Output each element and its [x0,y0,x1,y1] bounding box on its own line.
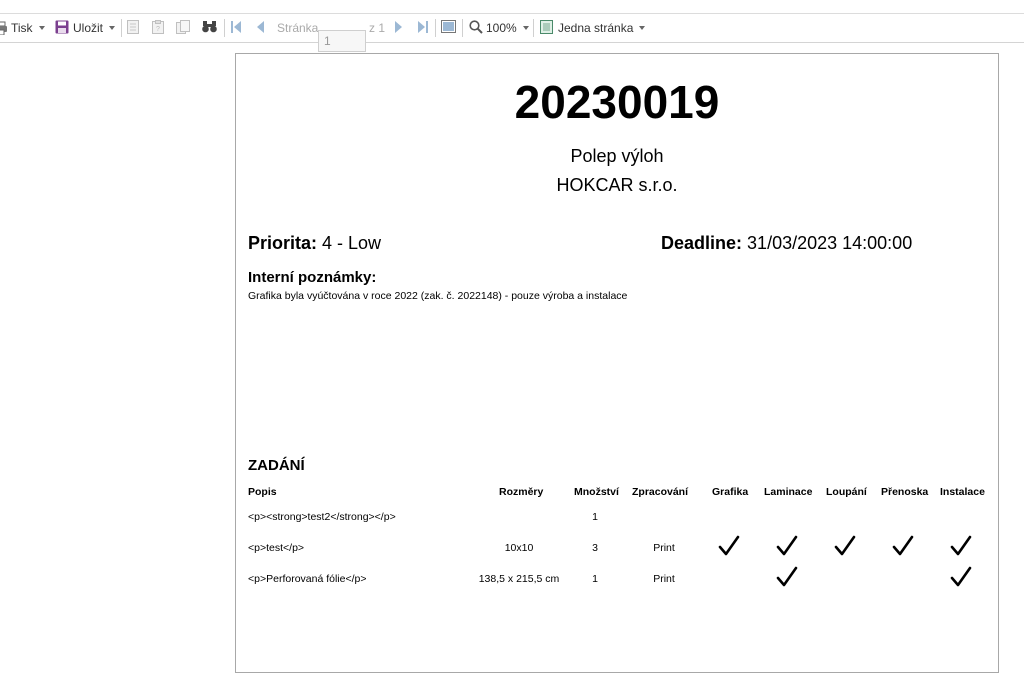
chevron-down-icon [38,26,45,30]
magnifier-icon [469,19,483,37]
job-name: Polep výloh [570,146,664,166]
notes-text: Grafika byla vyúčtována v roce 2022 (zak… [248,290,628,302]
document-icon [127,19,139,37]
parameters-button[interactable]: ? [152,14,164,42]
column-header-instalace: Instalace [940,486,985,498]
page-number-input[interactable] [318,30,366,52]
priority-label: Priorita: [248,233,318,253]
toolbar-divider [435,19,436,37]
floppy-disk-icon [55,20,69,37]
checkmark-icon [950,566,972,587]
find-button[interactable] [202,14,217,42]
chevron-down-icon [639,26,646,30]
report-page: 20230019 Polep výloh HOKCAR s.r.o. Prior… [235,53,999,673]
next-page-icon [395,20,402,36]
save-label: Uložit [73,21,104,35]
priority-field: Priorita: 4 - Low [248,233,381,254]
previous-page-button[interactable] [257,14,264,42]
clipboard-icon: ? [152,19,164,37]
copy-button[interactable] [176,14,190,42]
column-header-prenoska: Přenoska [881,486,929,498]
zoom-dropdown[interactable]: 100% [469,14,529,42]
print-label: Tisk [11,21,33,35]
section-heading: ZADÁNÍ [248,457,305,474]
checkmark-icon [892,535,914,556]
next-page-button[interactable] [395,14,402,42]
cell-mnozstvi: 3 [592,542,598,554]
checkmark-icon [718,535,740,556]
column-header-popis: Popis [248,486,277,498]
save-button[interactable]: Uložit [55,14,116,42]
cell-mnozstvi: 1 [592,511,598,523]
column-header-zpracovani: Zpracování [632,486,689,498]
customer-name: HOKCAR s.r.o. [556,175,678,195]
last-page-button[interactable] [418,14,428,42]
view-mode-dropdown[interactable]: Jedna stránka [540,14,646,42]
first-page-button[interactable] [231,14,241,42]
toolbar-divider [224,19,225,37]
priority-value: 4 - Low [322,233,382,253]
cell-popis: <p><strong>test2</strong></p> [248,511,396,523]
toggle-sidebar-button[interactable] [441,14,456,42]
page-count-label: z 1 [369,21,386,35]
view-mode-label: Jedna stránka [558,21,634,35]
first-page-icon [231,20,241,36]
cell-zpracovani: Print [653,573,675,585]
window-top-strip [0,0,1024,14]
binoculars-icon [202,20,217,36]
cell-popis: <p>Perforovaná fólie</p> [248,573,367,585]
copy-pages-icon [176,19,190,37]
deadline-label: Deadline: [661,233,743,253]
panel-icon [441,20,456,36]
cell-mnozstvi: 1 [592,573,598,585]
single-page-icon [540,19,553,37]
previous-page-icon [257,20,264,36]
svg-text:?: ? [156,26,160,33]
column-header-rozmery: Rozměry [499,486,544,498]
checkmark-icon [776,566,798,587]
toolbar-divider [462,19,463,37]
cell-rozmery: 138,5 x 215,5 cm [478,573,560,585]
checkmark-icon [834,535,856,556]
chevron-down-icon [109,26,116,30]
column-header-grafika: Grafika [712,486,749,498]
zoom-value: 100% [486,21,517,35]
checkmark-icon [776,535,798,556]
cell-zpracovani: Print [653,542,675,554]
column-header-mnozstvi: Množství [574,486,619,498]
column-header-loupani: Loupání [826,486,867,498]
deadline-field: Deadline: 31/03/2023 14:00:00 [661,233,912,254]
order-number: 20230019 [514,76,720,128]
report-viewer-toolbar: Tisk Uložit ? Stránka z 1 [0,14,1024,52]
printer-icon [0,21,8,35]
toolbar-divider [121,19,122,37]
deadline-value: 31/03/2023 14:00:00 [747,233,913,253]
cell-rozmery: 10x10 [504,542,534,554]
checkmark-icon [950,535,972,556]
page-label: Stránka [277,21,319,35]
column-header-laminace: Laminace [764,486,813,498]
cell-popis: <p>test</p> [248,542,305,554]
last-page-icon [418,20,428,36]
print-button[interactable]: Tisk [0,14,45,42]
document-map-button[interactable] [127,14,139,42]
toolbar-divider [533,19,534,37]
notes-heading: Interní poznámky: [248,269,377,286]
chevron-down-icon [522,26,529,30]
